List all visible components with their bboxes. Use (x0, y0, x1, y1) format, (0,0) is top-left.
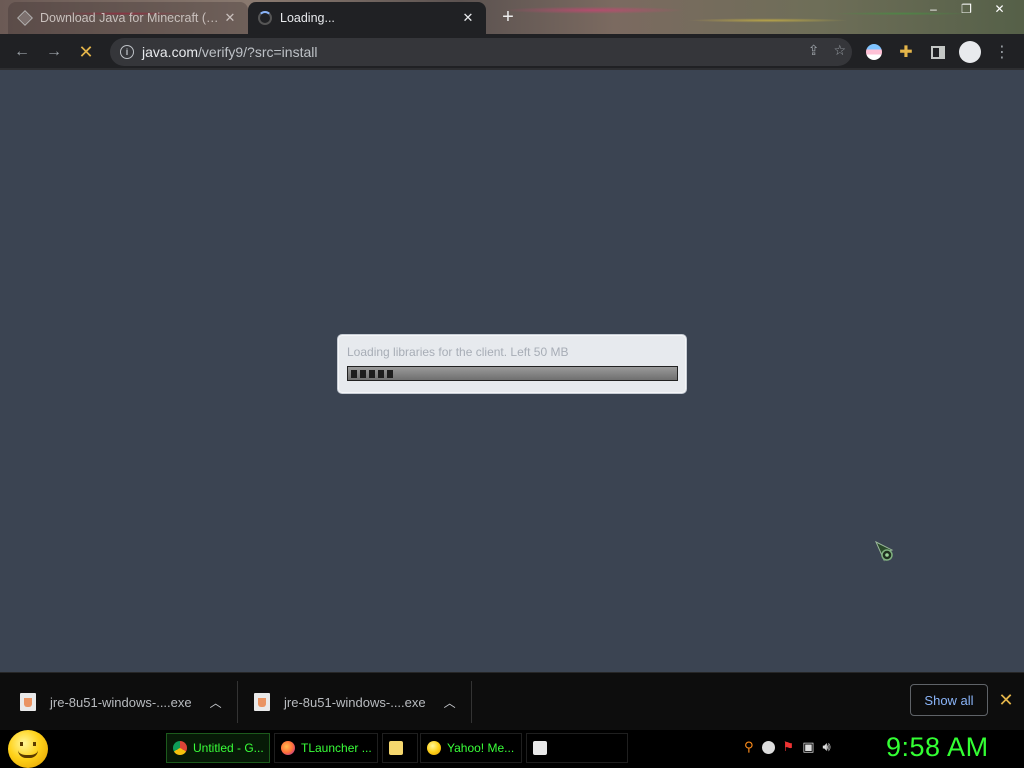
progress-segment (369, 369, 375, 378)
status-icon[interactable] (761, 740, 775, 754)
action-center-flag-icon[interactable]: ⚑ (783, 739, 795, 755)
volume-icon[interactable]: 🔊︎ (822, 739, 830, 755)
side-panel-button[interactable] (926, 40, 950, 64)
taskbar: Untitled - G... TLauncher ... Yahoo! Me.… (0, 730, 1024, 768)
profile-button[interactable] (958, 40, 982, 64)
taskbar-item-explorer[interactable] (382, 733, 418, 763)
downloads-bar: jre-8u51-windows-....exe ︿ jre-8u51-wind… (0, 672, 1024, 730)
search-icon[interactable]: ⚲ (744, 739, 754, 755)
cube-icon (17, 10, 33, 26)
avatar-icon (959, 41, 981, 63)
close-icon[interactable]: ✕ (460, 10, 476, 26)
start-button[interactable] (8, 730, 48, 768)
smiley-icon (20, 742, 36, 746)
task-label: Yahoo! Me... (447, 741, 515, 755)
side-panel-icon (931, 45, 945, 59)
info-icon[interactable]: i (120, 45, 134, 59)
folder-icon (389, 741, 403, 755)
url-text: java.com/verify9/?src=install (142, 44, 317, 60)
window-controls: – ❐ ✕ (917, 0, 1016, 18)
progress-segment (351, 369, 357, 378)
clock[interactable]: 9:58 AM (886, 732, 989, 763)
download-item[interactable]: jre-8u51-windows-....exe ︿ (254, 673, 456, 731)
new-tab-button[interactable]: + (496, 6, 520, 28)
system-tray: ⚲ ⚑ ▣ 🔊︎ (744, 739, 831, 755)
tab-download-java[interactable]: Download Java for Minecraft (Re... ✕ (8, 2, 248, 34)
menu-button[interactable]: ⋮ (990, 40, 1014, 64)
share-icon[interactable]: ⇪ (808, 42, 820, 59)
forward-button[interactable]: → (42, 40, 66, 64)
show-all-button[interactable]: Show all (910, 684, 988, 716)
loading-spinner-icon (258, 11, 272, 25)
window-close-button[interactable]: ✕ (983, 0, 1016, 18)
task-label: Untitled - G... (193, 741, 264, 755)
close-icon[interactable]: ✕ (222, 10, 238, 26)
divider (471, 681, 472, 723)
loading-dialog: Loading libraries for the client. Left 5… (337, 334, 687, 394)
progress-segment (360, 369, 366, 378)
yahoo-messenger-icon (427, 741, 441, 755)
star-icon[interactable]: ☆ (833, 42, 846, 59)
address-bar[interactable]: i java.com/verify9/?src=install ⇪ ☆ (110, 38, 852, 66)
extension-button[interactable] (862, 40, 886, 64)
chrome-icon (173, 741, 187, 755)
chevron-up-icon[interactable]: ︿ (444, 694, 456, 711)
url-host: java.com (142, 44, 199, 60)
loading-message: Loading libraries for the client. Left 5… (347, 345, 569, 359)
close-icon: ✕ (78, 41, 94, 62)
extensions-button[interactable]: ✚ (894, 40, 918, 64)
tab-strip: Download Java for Minecraft (Re... ✕ Loa… (0, 0, 1024, 34)
taskbar-item-chrome[interactable]: Untitled - G... (166, 733, 270, 763)
java-icon (533, 741, 547, 755)
download-item[interactable]: jre-8u51-windows-....exe ︿ (20, 673, 222, 731)
restore-button[interactable]: ❐ (950, 0, 983, 18)
puzzle-icon: ✚ (899, 44, 913, 61)
firefox-icon (281, 741, 295, 755)
page-content: Loading libraries for the client. Left 5… (0, 70, 1024, 672)
java-file-icon (254, 693, 270, 711)
divider (237, 681, 238, 723)
taskbar-item-tlauncher[interactable]: TLauncher ... (274, 733, 378, 763)
busy-cursor-icon (874, 540, 894, 562)
java-file-icon (20, 693, 36, 711)
back-button[interactable]: ← (10, 40, 34, 64)
arrow-left-icon: ← (14, 43, 30, 60)
taskbar-item-java[interactable] (526, 733, 628, 763)
chevron-up-icon[interactable]: ︿ (210, 694, 222, 711)
tab-title: Download Java for Minecraft (Re... (40, 11, 222, 25)
stop-loading-button[interactable]: ✕ (74, 40, 98, 64)
download-filename: jre-8u51-windows-....exe (284, 694, 426, 710)
tab-loading[interactable]: Loading... ✕ (248, 2, 486, 34)
progress-bar (347, 366, 678, 381)
arrow-right-icon: → (46, 43, 62, 60)
download-filename: jre-8u51-windows-....exe (50, 694, 192, 710)
progress-segment (378, 369, 384, 378)
taskbar-item-yahoo-messenger[interactable]: Yahoo! Me... (420, 733, 522, 763)
flag-extension-icon (866, 44, 882, 60)
url-path: /verify9/?src=install (198, 44, 318, 60)
browser-toolbar: ← → ✕ i java.com/verify9/?src=install ⇪ … (0, 34, 1024, 70)
task-label: TLauncher ... (301, 741, 372, 755)
network-icon[interactable]: ▣ (802, 739, 814, 755)
kebab-menu-icon: ⋮ (994, 44, 1010, 61)
close-icon[interactable]: ✕ (996, 689, 1016, 711)
minimize-button[interactable]: – (917, 0, 950, 18)
tab-title: Loading... (280, 11, 335, 25)
progress-segment (387, 369, 393, 378)
smiley-mouth (18, 750, 38, 758)
